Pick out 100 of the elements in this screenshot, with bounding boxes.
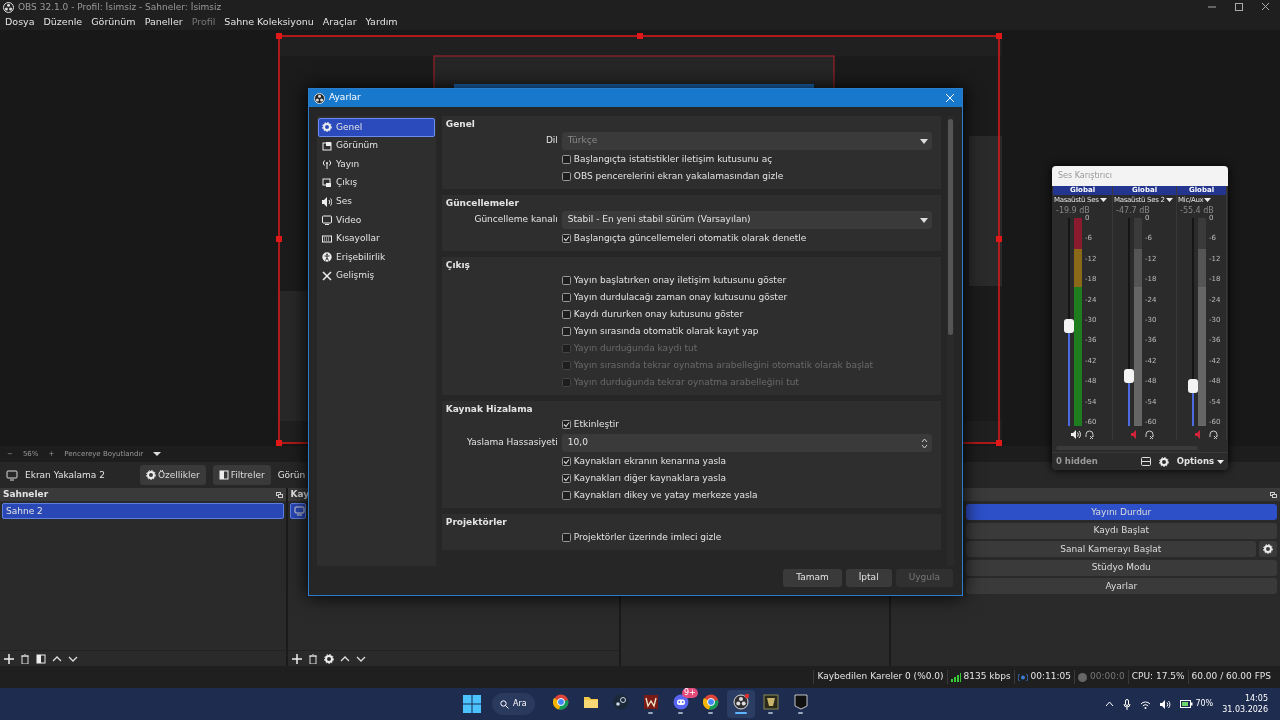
checkbox[interactable]: [561, 420, 571, 429]
slider-thumb[interactable]: [1064, 319, 1074, 334]
settings-category[interactable]: Kısayollar: [318, 229, 435, 249]
taskbar-app[interactable]: 9+: [666, 690, 695, 719]
menu-item[interactable]: Araçlar: [322, 15, 357, 30]
source-item[interactable]: [289, 503, 306, 520]
notification-badge: 9+: [681, 688, 698, 699]
field-label: Dil: [544, 134, 559, 148]
clock-date[interactable]: 31.03.2026: [1222, 704, 1268, 716]
clock-time[interactable]: 14:05: [1244, 693, 1268, 705]
float-icon[interactable]: [275, 491, 283, 498]
menu-item[interactable]: Görünüm: [91, 15, 136, 30]
chevron-up-icon[interactable]: [1105, 701, 1115, 708]
add-icon[interactable]: [4, 653, 14, 664]
float-icon[interactable]: [1270, 491, 1277, 498]
caret-icon[interactable]: [1165, 198, 1173, 202]
bitrate: 8135 kbps: [963, 670, 1011, 684]
caret-icon[interactable]: [1204, 198, 1212, 202]
checkbox[interactable]: [561, 474, 571, 483]
dropdown[interactable]: Stabil - En yeni stabil sürüm (Varsayılan): [561, 211, 932, 229]
microphone-icon[interactable]: [1123, 698, 1132, 710]
checkbox-label: Kaynakları diğer kaynaklara yasla: [573, 471, 726, 485]
monitor-icon: [6, 469, 18, 481]
hidden-count: 0 hidden: [1056, 455, 1098, 469]
headphones-icon[interactable]: [1145, 429, 1154, 439]
window-title: OBS 32.1.0 - Profil: İsimsiz - Sahneler: İsimsiz: [18, 0, 222, 14]
trash-icon[interactable]: [20, 653, 30, 664]
filter-icon[interactable]: [36, 653, 46, 664]
monitor-icon: [322, 215, 332, 226]
filters-button[interactable]: Filtreler: [212, 465, 271, 486]
control-button[interactable]: Stüdyo Modu: [965, 559, 1277, 576]
checkbox[interactable]: [561, 457, 571, 466]
settings-category[interactable]: Genel: [318, 118, 435, 137]
toolbar-label: Görün: [277, 468, 306, 482]
checkbox[interactable]: [561, 276, 571, 285]
trash-icon[interactable]: [307, 653, 318, 664]
settings-category[interactable]: Çıkış: [318, 173, 435, 193]
record-app-icon: [732, 694, 749, 711]
scene-item[interactable]: Sahne 2: [2, 503, 284, 520]
checkbox[interactable]: [561, 234, 571, 243]
checkbox[interactable]: [561, 155, 571, 164]
checkbox[interactable]: [561, 172, 571, 181]
settings-category[interactable]: Gelişmiş: [318, 266, 435, 286]
control-button[interactable]: Kaydı Başlat: [965, 522, 1277, 539]
menu-item[interactable]: Düzenle: [43, 15, 83, 30]
speaker-icon[interactable]: [1071, 429, 1081, 439]
settings-category[interactable]: Yayın: [318, 155, 435, 174]
caret-icon[interactable]: [153, 450, 162, 457]
options-button[interactable]: Options: [1176, 455, 1224, 469]
headphones-icon[interactable]: [1209, 429, 1218, 439]
settings-category[interactable]: Erişebilirlik: [318, 248, 435, 267]
start-button[interactable]: [462, 694, 482, 715]
settings-button[interactable]: [1259, 541, 1277, 558]
volume-icon[interactable]: [1160, 699, 1172, 709]
wifi-icon[interactable]: [1140, 699, 1152, 709]
volume-reading: -19.9 dB: [1055, 205, 1091, 215]
checkbox[interactable]: [561, 293, 571, 302]
control-button[interactable]: Yayını Durdur: [965, 504, 1277, 521]
checkbox[interactable]: [561, 491, 571, 500]
speaker-icon: [322, 196, 332, 207]
dialog-button[interactable]: İptal: [845, 569, 892, 587]
menu-item[interactable]: Dosya: [5, 15, 35, 30]
checkbox[interactable]: [561, 310, 571, 319]
menu-item[interactable]: Paneller: [144, 15, 183, 30]
headphones-icon[interactable]: [1085, 429, 1094, 439]
checkbox[interactable]: [561, 533, 571, 542]
control-button[interactable]: Sanal Kamerayı Başlat: [965, 541, 1256, 558]
properties-button[interactable]: Özellikler: [140, 465, 206, 486]
menu-item[interactable]: Yardım: [365, 15, 398, 30]
caret-icon: [1217, 459, 1224, 464]
source-name: Ekran Yakalama 2: [25, 468, 106, 482]
settings-category[interactable]: Video: [318, 210, 435, 230]
caret-icon[interactable]: [1099, 198, 1107, 202]
stepper-icon[interactable]: [920, 436, 928, 450]
dialog-title: Ayarlar: [329, 91, 361, 105]
checkbox[interactable]: [561, 327, 571, 336]
settings-category[interactable]: Ses: [318, 192, 435, 211]
dialog-button[interactable]: Tamam: [783, 569, 842, 587]
window-title: Ses Karıştırıcı: [1052, 166, 1228, 186]
control-button[interactable]: Ayarlar: [965, 578, 1277, 595]
gear-icon: [146, 470, 156, 481]
checkbox-label: Yayın sırasında otomatik olarak kayıt yap: [573, 324, 759, 338]
gear-icon[interactable]: [323, 653, 334, 664]
globe-icon: [702, 694, 719, 711]
add-icon[interactable]: [291, 653, 302, 664]
checkbox-label: Başlangıçta güncellemeleri otomatik olarak denetle: [573, 231, 807, 245]
section-title: Kaynak Hizalama: [444, 403, 534, 416]
search-button[interactable]: Ara: [492, 693, 535, 716]
scrollbar-thumb[interactable]: [948, 119, 953, 335]
slider-thumb[interactable]: [1188, 379, 1198, 394]
spin-box[interactable]: 10,0: [561, 434, 932, 452]
gear-icon[interactable]: [1158, 456, 1169, 467]
trapezoid-tile-icon: [762, 694, 779, 711]
layout-icon[interactable]: [1140, 457, 1151, 467]
slider-thumb[interactable]: [1124, 369, 1134, 384]
field-label: Güncelleme kanalı: [473, 213, 559, 227]
menu-item[interactable]: Sahne Koleksiyonu: [224, 15, 314, 30]
taskbar-app[interactable]: [726, 690, 755, 719]
obs-logo-icon: [314, 92, 325, 104]
settings-category[interactable]: Görünüm: [318, 136, 435, 156]
